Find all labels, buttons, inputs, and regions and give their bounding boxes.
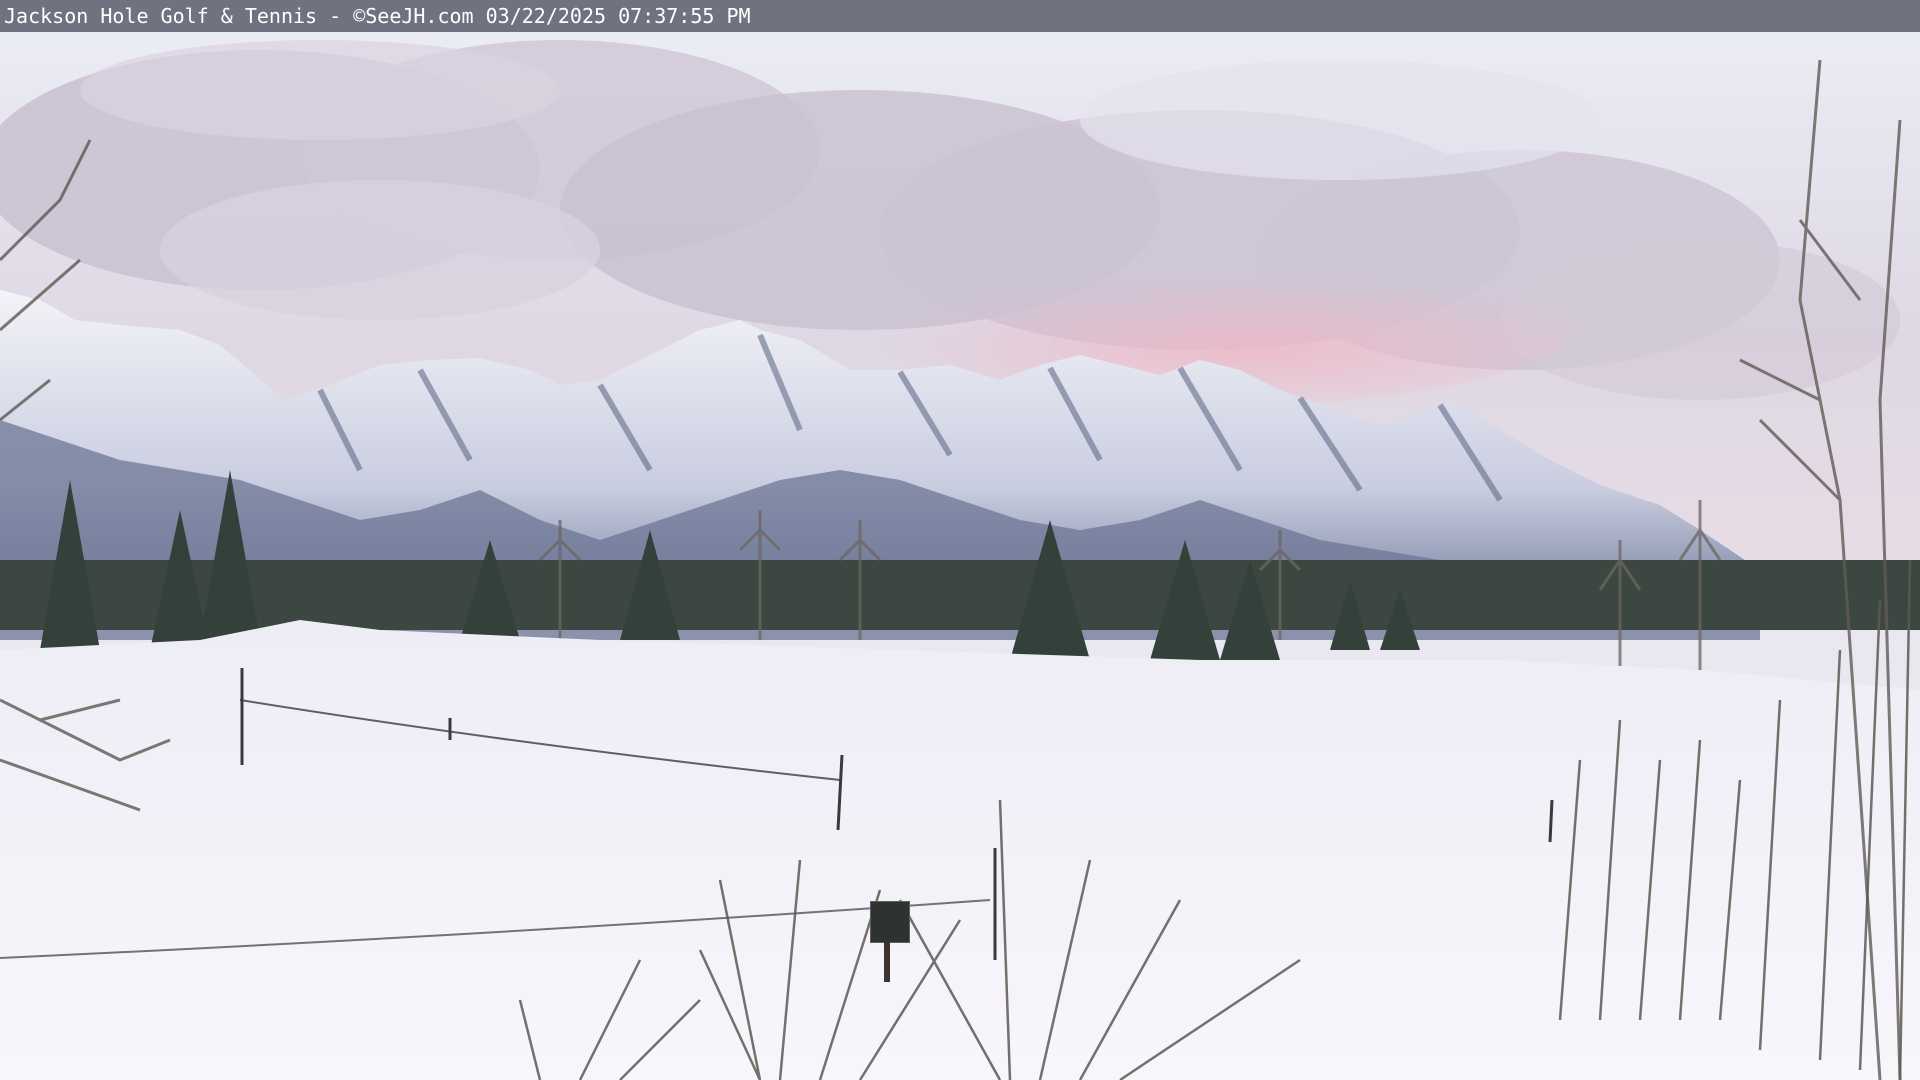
webcam-frame: Jackson Hole Golf & Tennis - ©SeeJH.com …: [0, 0, 1920, 1080]
sign-post: [884, 942, 890, 982]
course-sign: [870, 901, 910, 943]
snow-field: [0, 620, 1920, 1080]
landscape-scene: [0, 0, 1920, 1080]
caption-bar: Jackson Hole Golf & Tennis - ©SeeJH.com …: [0, 0, 1920, 32]
caption-text: Jackson Hole Golf & Tennis - ©SeeJH.com …: [4, 4, 751, 28]
